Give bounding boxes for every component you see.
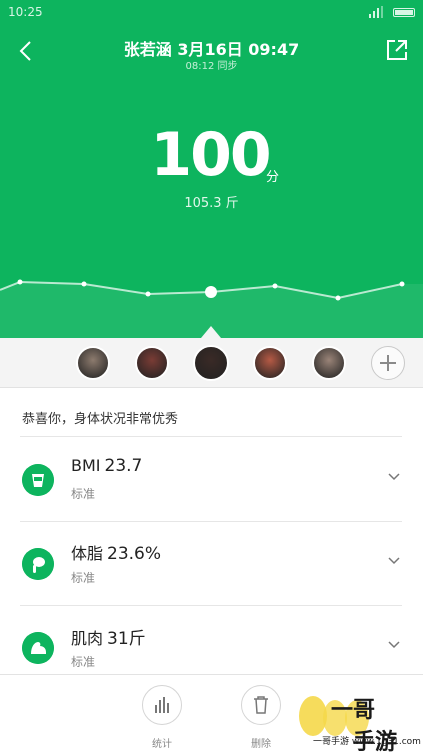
metric-value: 23.6% <box>107 544 162 564</box>
sync-time: 08:12 同步 <box>185 61 238 72</box>
trend-point-selected[interactable] <box>205 286 217 298</box>
profile-avatar[interactable] <box>193 345 229 381</box>
add-profile-button[interactable] <box>371 346 405 380</box>
metric-name: 肌肉 <box>71 629 104 648</box>
profile-avatar[interactable] <box>312 346 346 380</box>
chevron-down-icon <box>388 473 400 481</box>
signal-icon <box>369 6 383 18</box>
weight-value: 105.3 斤 <box>184 196 239 211</box>
metric-status: 标准 <box>71 655 96 669</box>
summary-text: 恭喜你，身体状况非常优秀 <box>22 412 179 427</box>
trend-point[interactable] <box>145 291 151 297</box>
stats-button[interactable]: 统计 <box>140 685 184 750</box>
chevron-down-icon <box>388 557 400 565</box>
health-score: 100 <box>150 120 271 190</box>
metric-row-bmi[interactable]: BMI 23.7 标准 <box>0 438 423 522</box>
trend-point[interactable] <box>335 295 341 301</box>
trend-point[interactable] <box>17 279 23 285</box>
divider <box>20 436 402 437</box>
watermark-site: 一哥手游 www.1g31.com <box>313 737 421 747</box>
status-bar: 10:25 <box>0 0 423 24</box>
stats-label: 统计 <box>152 739 172 750</box>
metric-name: 体脂 <box>71 544 104 563</box>
trend-point[interactable] <box>81 281 87 287</box>
delete-button[interactable]: 删除 <box>239 685 283 750</box>
metric-status: 标准 <box>71 487 96 501</box>
stats-icon <box>142 685 182 725</box>
selection-pointer <box>201 326 221 338</box>
score-unit: 分 <box>266 170 280 185</box>
delete-label: 删除 <box>251 739 271 750</box>
profile-switcher <box>0 338 423 388</box>
trend-point[interactable] <box>399 281 405 287</box>
metric-value: 23.7 <box>104 456 143 476</box>
metric-value: 31斤 <box>107 629 146 649</box>
body-fat-icon <box>22 548 54 580</box>
site-watermark: 一哥 手游 一哥手游 www.1g31.com <box>291 690 421 752</box>
score-hero: 张若涵 3月16日 09:47 08:12 同步 100 分 105.3 斤 <box>0 24 423 338</box>
metric-status: 标准 <box>71 571 96 585</box>
trend-point[interactable] <box>272 283 278 289</box>
watermark-brand: 一哥 <box>331 698 376 723</box>
status-time: 10:25 <box>8 5 43 19</box>
trash-icon <box>241 685 281 725</box>
share-icon[interactable] <box>385 38 409 62</box>
chevron-down-icon <box>388 641 400 649</box>
profile-avatar[interactable] <box>135 346 169 380</box>
metric-name: BMI <box>71 456 101 475</box>
metric-row-body-fat[interactable]: 体脂 23.6% 标准 <box>0 522 423 606</box>
muscle-icon <box>22 632 54 664</box>
profile-avatar[interactable] <box>253 346 287 380</box>
battery-icon <box>393 8 415 17</box>
bmi-icon <box>22 464 54 496</box>
profile-avatar[interactable] <box>76 346 110 380</box>
